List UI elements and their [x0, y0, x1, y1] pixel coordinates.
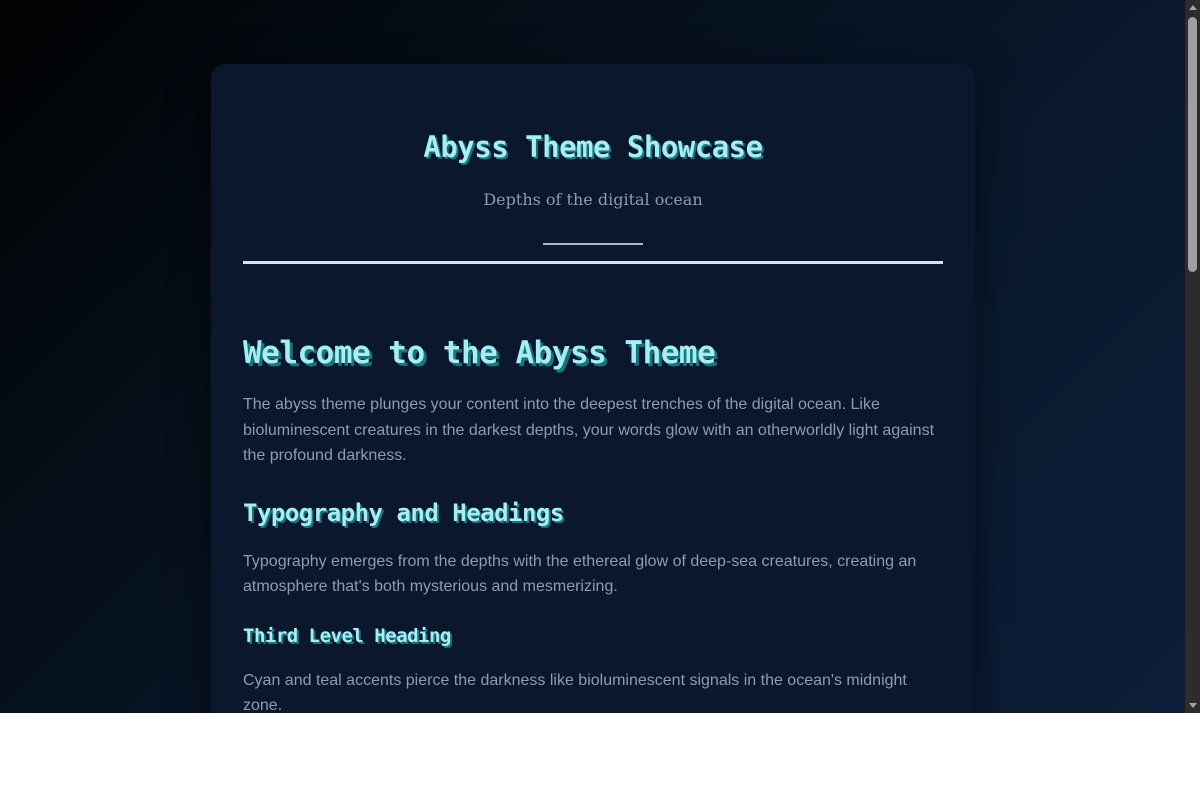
paragraph-intro: The abyss theme plunges your content int… — [243, 396, 935, 464]
heading-level-1: Welcome to the Abyss Theme — [243, 335, 716, 371]
site-title: Abyss Theme Showcase — [423, 130, 763, 164]
paragraph-accents: Cyan and teal accents pierce the darknes… — [243, 671, 907, 714]
scroll-up-arrow-icon[interactable] — [1185, 0, 1200, 15]
vertical-scrollbar[interactable] — [1185, 0, 1200, 713]
article-content: Welcome to the Abyss Theme The abyss the… — [243, 336, 943, 713]
page-viewport: Abyss Theme Showcase Depths of the digit… — [0, 0, 1185, 713]
site-subtitle: Depths of the digital ocean — [483, 190, 703, 209]
header-divider — [243, 261, 943, 264]
heading-level-3: Third Level Heading — [243, 624, 451, 647]
heading-level-2: Typography and Headings — [243, 498, 564, 527]
scroll-down-arrow-icon[interactable] — [1185, 698, 1200, 713]
paragraph-typography: Typography emerges from the depths with … — [243, 552, 917, 596]
content-card: Abyss Theme Showcase Depths of the digit… — [211, 64, 975, 713]
decorative-short-divider — [543, 243, 643, 245]
scrollbar-thumb[interactable] — [1188, 17, 1197, 272]
